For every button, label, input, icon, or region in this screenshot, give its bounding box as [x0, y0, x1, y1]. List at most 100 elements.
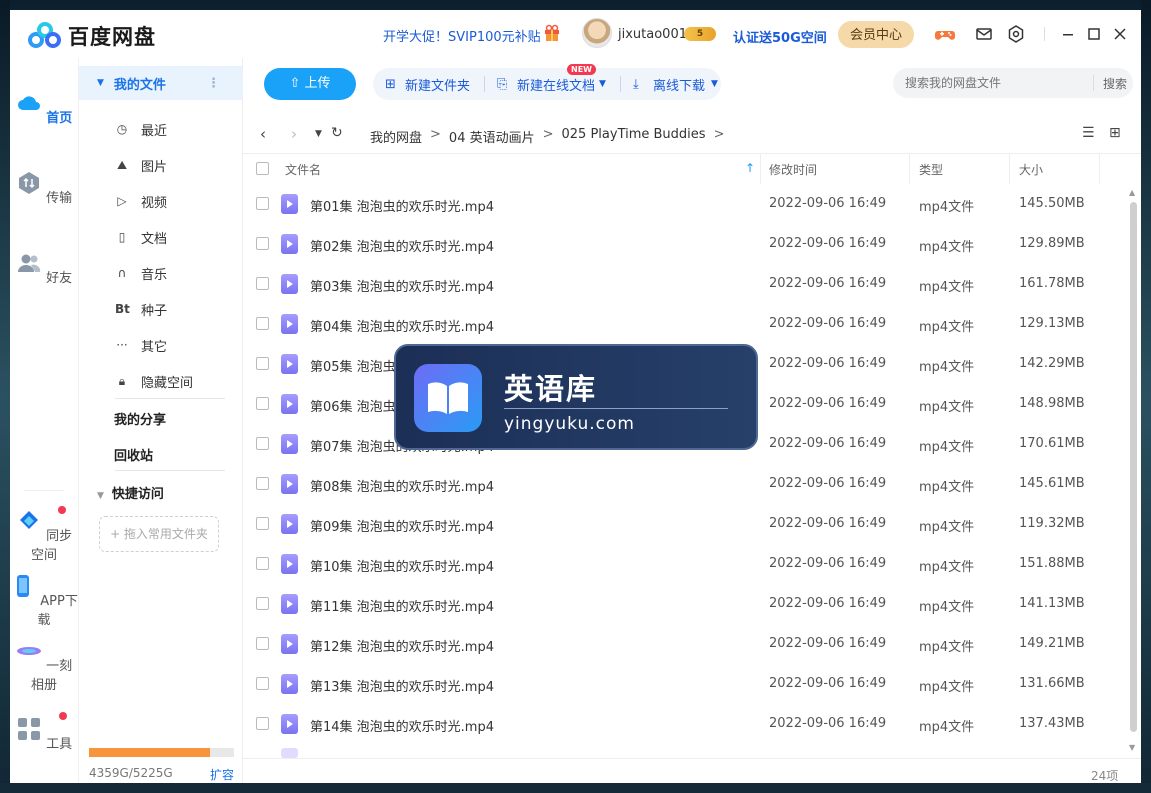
- refresh-icon[interactable]: ↻: [331, 125, 343, 141]
- sidebar-recycle-bin[interactable]: 回收站: [114, 445, 153, 464]
- row-checkbox[interactable]: [256, 397, 269, 410]
- nav-album[interactable]: 一刻相册: [10, 638, 78, 693]
- file-name[interactable]: 第11集 泡泡虫的欢乐时光.mp4: [310, 596, 494, 615]
- nav-sync-space[interactable]: 同步空间: [10, 506, 78, 563]
- scroll-down-icon[interactable]: ▼: [1129, 743, 1135, 752]
- row-checkbox[interactable]: [256, 237, 269, 250]
- mail-icon[interactable]: [974, 24, 994, 44]
- sidebar-quick-access[interactable]: ▼ 快捷访问: [97, 483, 164, 502]
- offline-download-button[interactable]: ⤓ 离线下载 ▼: [633, 75, 718, 94]
- sidebar-item-other[interactable]: ··· 其它: [115, 335, 167, 355]
- more-vertical-icon[interactable]: ⋮: [207, 76, 220, 91]
- nav-tools-label: 工具: [46, 737, 73, 752]
- row-checkbox[interactable]: [256, 357, 269, 370]
- promo-link[interactable]: 开学大促！SVIP100元补贴: [383, 26, 541, 45]
- row-checkbox[interactable]: [256, 717, 269, 730]
- row-checkbox[interactable]: [256, 437, 269, 450]
- sidebar-item-torrents[interactable]: Bt 种子: [115, 299, 167, 319]
- nav-friends[interactable]: 好友: [10, 250, 78, 286]
- new-folder-button[interactable]: ⊞ 新建文件夹: [385, 75, 470, 94]
- file-name[interactable]: 第14集 泡泡虫的欢乐时光.mp4: [310, 716, 494, 735]
- sidebar-item-documents[interactable]: ▯ 文档: [115, 227, 167, 247]
- minimize-icon[interactable]: [1058, 24, 1078, 44]
- history-dropdown-icon[interactable]: ▼: [315, 129, 322, 139]
- table-row[interactable]: 第01集 泡泡虫的欢乐时光.mp4 2022-09-06 16:49 mp4文件 14…: [243, 184, 1128, 224]
- table-row[interactable]: 第04集 泡泡虫的欢乐时光.mp4 2022-09-06 16:49 mp4文件 12…: [243, 304, 1128, 344]
- file-name[interactable]: 第08集 泡泡虫的欢乐时光.mp4: [310, 476, 494, 495]
- nav-transfer[interactable]: 传输: [10, 170, 78, 206]
- nav-app-download[interactable]: APP下载: [10, 573, 78, 628]
- column-header-type[interactable]: 类型: [919, 161, 943, 178]
- file-name[interactable]: 第12集 泡泡虫的欢乐时光.mp4: [310, 636, 494, 655]
- search-input[interactable]: [893, 68, 1133, 98]
- sidebar-item-music[interactable]: ∩ 音乐: [115, 263, 167, 283]
- file-name[interactable]: 第03集 泡泡虫的欢乐时光.mp4: [310, 276, 494, 295]
- row-checkbox[interactable]: [256, 517, 269, 530]
- row-checkbox[interactable]: [256, 597, 269, 610]
- sort-up-icon[interactable]: ↑: [745, 161, 755, 175]
- row-checkbox[interactable]: [256, 317, 269, 330]
- sort-icon[interactable]: ☰: [1082, 125, 1095, 141]
- row-checkbox[interactable]: [256, 637, 269, 650]
- table-row[interactable]: 第08集 泡泡虫的欢乐时光.mp4 2022-09-06 16:49 mp4文件 14…: [243, 464, 1128, 504]
- scroll-up-icon[interactable]: ▲: [1129, 188, 1135, 197]
- gift-icon[interactable]: [544, 24, 560, 42]
- vip-center-button[interactable]: 会员中心: [838, 21, 914, 48]
- column-header-time[interactable]: 修改时间: [769, 161, 817, 178]
- row-checkbox[interactable]: [256, 197, 269, 210]
- collapse-arrow-icon[interactable]: ▼: [97, 78, 104, 88]
- table-row[interactable]: 第10集 泡泡虫的欢乐时光.mp4 2022-09-06 16:49 mp4文件 15…: [243, 544, 1128, 584]
- table-row[interactable]: 第14集 泡泡虫的欢乐时光.mp4 2022-09-06 16:49 mp4文件 13…: [243, 704, 1128, 744]
- maximize-icon[interactable]: [1084, 24, 1104, 44]
- sidebar-my-files[interactable]: ▼ 我的文件 ⋮: [79, 66, 243, 100]
- back-icon[interactable]: ‹: [260, 125, 266, 143]
- file-name[interactable]: 第09集 泡泡虫的欢乐时光.mp4: [310, 516, 494, 535]
- file-name[interactable]: 第10集 泡泡虫的欢乐时光.mp4: [310, 556, 494, 575]
- new-online-doc-button[interactable]: ⎘ 新建在线文档 ▼: [497, 75, 606, 94]
- table-row[interactable]: 第11集 泡泡虫的欢乐时光.mp4 2022-09-06 16:49 mp4文件 14…: [243, 584, 1128, 624]
- search-button[interactable]: 搜索: [1103, 75, 1127, 92]
- breadcrumb-item[interactable]: 04 英语动画片: [449, 127, 535, 146]
- username[interactable]: jixutao001: [618, 27, 687, 42]
- table-row[interactable]: 第03集 泡泡虫的欢乐时光.mp4 2022-09-06 16:49 mp4文件 16…: [243, 264, 1128, 304]
- user-avatar[interactable]: [582, 18, 612, 48]
- tools-grid-icon: [17, 718, 40, 740]
- select-all-checkbox[interactable]: [256, 162, 269, 175]
- row-checkbox[interactable]: [256, 477, 269, 490]
- forward-icon[interactable]: ›: [291, 125, 297, 143]
- sidebar-item-images[interactable]: ⛰ 图片: [115, 155, 167, 175]
- sidebar-item-hidden-space[interactable]: 🔒︎ 隐藏空间: [115, 371, 193, 391]
- sidebar-item-video[interactable]: ▷ 视频: [115, 191, 167, 211]
- file-name[interactable]: 第02集 泡泡虫的欢乐时光.mp4: [310, 236, 494, 255]
- sidebar-item-recent[interactable]: ◷ 最近: [115, 119, 167, 139]
- file-size: 129.89MB: [1019, 236, 1085, 251]
- nav-home[interactable]: 首页: [10, 90, 78, 126]
- game-controller-icon[interactable]: [935, 24, 955, 44]
- row-checkbox[interactable]: [256, 557, 269, 570]
- table-row[interactable]: 第02集 泡泡虫的欢乐时光.mp4 2022-09-06 16:49 mp4文件 12…: [243, 224, 1128, 264]
- file-name[interactable]: 第13集 泡泡虫的欢乐时光.mp4: [310, 676, 494, 695]
- file-name[interactable]: 第04集 泡泡虫的欢乐时光.mp4: [310, 316, 494, 335]
- expand-storage-link[interactable]: 扩容: [210, 766, 234, 783]
- grid-view-icon[interactable]: ⊞: [1109, 125, 1121, 141]
- scroll-thumb[interactable]: [1130, 202, 1137, 732]
- drop-folder-zone[interactable]: + 拖入常用文件夹: [99, 516, 219, 552]
- table-row[interactable]: 第12集 泡泡虫的欢乐时光.mp4 2022-09-06 16:49 mp4文件 14…: [243, 624, 1128, 664]
- column-header-name[interactable]: 文件名: [285, 161, 321, 178]
- row-checkbox[interactable]: [256, 677, 269, 690]
- close-icon[interactable]: [1110, 24, 1130, 44]
- table-row[interactable]: 第13集 泡泡虫的欢乐时光.mp4 2022-09-06 16:49 mp4文件 13…: [243, 664, 1128, 704]
- verify-link[interactable]: 认证送50G空间: [733, 27, 827, 46]
- settings-icon[interactable]: [1006, 24, 1026, 44]
- nav-tools[interactable]: 工具: [10, 712, 78, 752]
- upload-button[interactable]: ⇧ 上传: [264, 68, 356, 100]
- row-checkbox[interactable]: [256, 277, 269, 290]
- scrollbar[interactable]: ▲ ▼: [1128, 188, 1140, 758]
- sidebar-my-share[interactable]: 我的分享: [114, 409, 166, 428]
- breadcrumb-item[interactable]: 025 PlayTime Buddies: [562, 127, 706, 146]
- file-name[interactable]: 第01集 泡泡虫的欢乐时光.mp4: [310, 196, 494, 215]
- level-badge[interactable]: 5: [684, 27, 716, 41]
- column-header-size[interactable]: 大小: [1019, 161, 1043, 178]
- table-row[interactable]: 第09集 泡泡虫的欢乐时光.mp4 2022-09-06 16:49 mp4文件 11…: [243, 504, 1128, 544]
- breadcrumb-item[interactable]: 我的网盘: [370, 127, 422, 146]
